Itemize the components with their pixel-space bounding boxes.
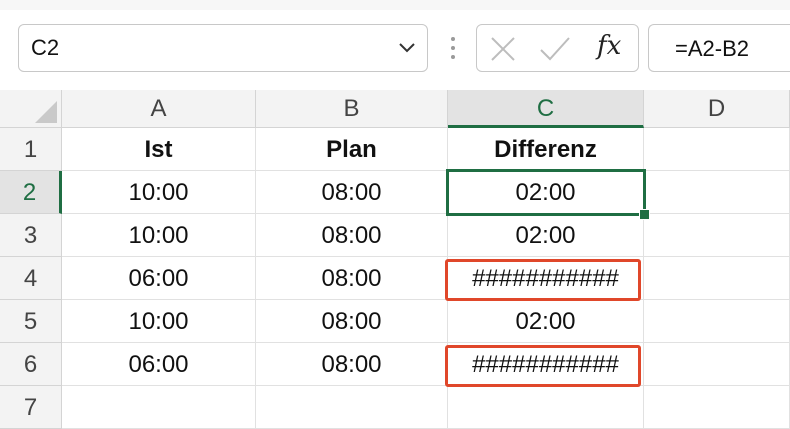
dropdown-arrow-icon[interactable] bbox=[397, 37, 417, 57]
cell-b6[interactable]: 08:00 bbox=[256, 343, 448, 386]
formula-input[interactable]: =A2-B2 bbox=[648, 24, 790, 72]
select-all-corner[interactable] bbox=[0, 90, 62, 128]
cell-d1[interactable] bbox=[644, 128, 790, 171]
cell-d2[interactable] bbox=[644, 171, 790, 214]
cell-a6[interactable]: 06:00 bbox=[62, 343, 256, 386]
cell-a2[interactable]: 10:00 bbox=[62, 171, 256, 214]
select-all-triangle-icon bbox=[35, 101, 57, 123]
row-header-3[interactable]: 3 bbox=[0, 214, 62, 257]
row-header-7[interactable]: 7 bbox=[0, 386, 62, 429]
cell-d6[interactable] bbox=[644, 343, 790, 386]
name-box-value[interactable]: C2 bbox=[31, 35, 59, 61]
cell-b1[interactable]: Plan bbox=[256, 128, 448, 171]
row-header-5[interactable]: 5 bbox=[0, 300, 62, 343]
row-header-6[interactable]: 6 bbox=[0, 343, 62, 386]
formula-bar: C2 fx =A2-B2 bbox=[0, 10, 790, 90]
cell-c6[interactable]: ########### bbox=[448, 343, 644, 386]
cell-c5[interactable]: 02:00 bbox=[448, 300, 644, 343]
cell-b3[interactable]: 08:00 bbox=[256, 214, 448, 257]
row-header-1[interactable]: 1 bbox=[0, 128, 62, 171]
cell-d4[interactable] bbox=[644, 257, 790, 300]
cell-c4[interactable]: ########### bbox=[448, 257, 644, 300]
cell-d5[interactable] bbox=[644, 300, 790, 343]
enter-check-icon[interactable] bbox=[539, 35, 571, 63]
column-header-d[interactable]: D bbox=[644, 90, 790, 128]
insert-function-icon[interactable]: fx bbox=[597, 31, 621, 61]
fill-handle[interactable] bbox=[639, 209, 650, 220]
cancel-icon[interactable] bbox=[489, 35, 517, 63]
cell-d3[interactable] bbox=[644, 214, 790, 257]
cell-c7[interactable] bbox=[448, 386, 644, 429]
cell-a5[interactable]: 10:00 bbox=[62, 300, 256, 343]
cell-b5[interactable]: 08:00 bbox=[256, 300, 448, 343]
name-box[interactable]: C2 bbox=[18, 24, 428, 72]
cell-d7[interactable] bbox=[644, 386, 790, 429]
cell-b4[interactable]: 08:00 bbox=[256, 257, 448, 300]
cell-c1[interactable]: Differenz bbox=[448, 128, 644, 171]
cell-b2[interactable]: 08:00 bbox=[256, 171, 448, 214]
spreadsheet-grid: A B C D 1 Ist Plan Differenz 2 10:00 08:… bbox=[0, 90, 790, 429]
formula-buttons: fx bbox=[476, 24, 639, 72]
column-header-b[interactable]: B bbox=[256, 90, 448, 128]
cell-a3[interactable]: 10:00 bbox=[62, 214, 256, 257]
formula-bar-resize-handle[interactable] bbox=[450, 35, 456, 61]
cell-a7[interactable] bbox=[62, 386, 256, 429]
row-header-4[interactable]: 4 bbox=[0, 257, 62, 300]
column-header-c[interactable]: C bbox=[448, 90, 644, 128]
cell-a1[interactable]: Ist bbox=[62, 128, 256, 171]
formula-text[interactable]: =A2-B2 bbox=[675, 36, 749, 62]
row-header-2[interactable]: 2 bbox=[0, 171, 62, 214]
cell-b7[interactable] bbox=[256, 386, 448, 429]
cell-a4[interactable]: 06:00 bbox=[62, 257, 256, 300]
column-header-a[interactable]: A bbox=[62, 90, 256, 128]
cell-c2[interactable]: 02:00 bbox=[448, 171, 644, 214]
cell-c3[interactable]: 02:00 bbox=[448, 214, 644, 257]
